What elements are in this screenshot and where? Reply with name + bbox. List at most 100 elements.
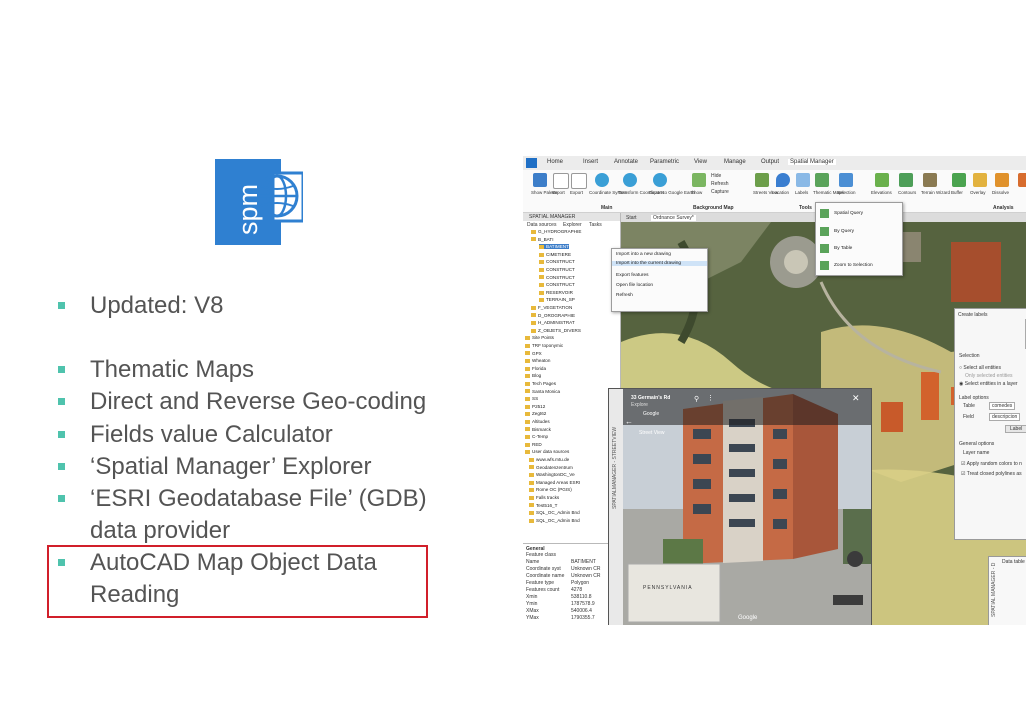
tree-item[interactable]: Florida (525, 366, 546, 371)
tree-item[interactable]: Managed Areas ESRI (529, 480, 580, 485)
tree-item[interactable]: WashingtonDC_Ve (529, 472, 575, 477)
tab-output[interactable]: Output (761, 159, 779, 165)
tab-data-sources[interactable]: Data sources (527, 222, 557, 228)
spatial-query-icon (820, 209, 829, 218)
folder-icon (529, 472, 534, 477)
show-map-icon[interactable] (692, 173, 706, 187)
buffer-icon[interactable] (952, 173, 966, 187)
radio-select-all[interactable]: ○ Select all entities (959, 365, 1001, 371)
tree-item[interactable]: CONSTRUCT (539, 282, 575, 287)
tab-spatial-manager[interactable]: Spatial Manager (788, 159, 836, 165)
street-view-icon[interactable] (755, 173, 769, 187)
overlay-icon[interactable] (973, 173, 987, 187)
tree-item[interactable]: H_ADMINISTRAT (531, 320, 575, 325)
table-select[interactable]: comedes (989, 402, 1016, 410)
dissolve-icon[interactable] (995, 173, 1009, 187)
tree-item[interactable]: GPX (525, 351, 542, 356)
tab-tasks[interactable]: Tasks (589, 222, 602, 228)
tree-item[interactable]: Wheaton (525, 358, 550, 363)
pin-icon[interactable]: ⚲ (694, 395, 699, 403)
tree-item[interactable]: User data sources (525, 449, 569, 454)
more-options-icon[interactable]: ⋮ (707, 394, 714, 402)
refresh-button[interactable]: Refresh (711, 181, 729, 187)
tree-item[interactable]: P2512 (525, 404, 545, 409)
tree-item[interactable]: F_VEGETATION (531, 305, 572, 310)
tree-item[interactable]: CIMETIERE (539, 252, 571, 257)
close-icon[interactable]: ✕ (852, 393, 860, 404)
spm-logo: spm (215, 159, 303, 245)
tab-view[interactable]: View (694, 159, 707, 165)
tree-item[interactable]: Rome OC (PGIS) (529, 487, 572, 492)
labels-icon[interactable] (796, 173, 810, 187)
menu-spatial-query[interactable]: Spatial Query (834, 211, 863, 216)
tab-insert[interactable]: Insert (583, 159, 598, 165)
tree-item[interactable]: RED (525, 442, 542, 447)
location-icon[interactable] (776, 173, 790, 187)
google-earth-icon[interactable] (653, 173, 667, 187)
tree-item[interactable]: SQL_OC_Admin Bnd (529, 510, 580, 515)
doc-tab-start[interactable]: Start (626, 215, 637, 221)
tab-annotate[interactable]: Annotate (614, 159, 638, 165)
transform-coordinates-icon[interactable] (623, 173, 637, 187)
label-button[interactable]: Label (1005, 425, 1026, 433)
show-palette-icon[interactable] (533, 173, 547, 187)
tree-item[interactable]: Z_OBJETS_DIVERS (531, 328, 581, 333)
tree-item[interactable]: RESERVOIR (539, 290, 573, 295)
tree-item[interactable]: Falls tracks (529, 495, 559, 500)
tree-item[interactable]: Tech Pages (525, 381, 556, 386)
tree-item[interactable]: Blog (525, 373, 541, 378)
radio-select-layer[interactable]: ◉ Select entities in a layer (959, 381, 1018, 387)
menu-import-new-drawing[interactable]: Import into a new drawing (616, 252, 671, 257)
tree-item[interactable]: Test516_T (529, 503, 557, 508)
tree-item[interactable]: Geodatenzentrum (529, 465, 573, 470)
terrain-wizard-icon[interactable] (923, 173, 937, 187)
field-select[interactable]: descripcion (989, 413, 1021, 421)
tree-item[interactable]: Altitudes (525, 419, 550, 424)
tree-item[interactable]: www.wfs.mtu.de (529, 457, 569, 462)
tab-manage[interactable]: Manage (724, 159, 746, 165)
menu-export-features[interactable]: Export features (616, 273, 649, 278)
tree-item[interactable]: Zegt62 (525, 411, 546, 416)
by-query-icon (820, 227, 829, 236)
elevations-icon[interactable] (875, 173, 889, 187)
tree-item[interactable]: SQL_OC_Admin Bnd (529, 518, 580, 523)
doc-tab-ordnance-survey[interactable]: Ordnance Survey* (651, 215, 696, 221)
tab-explorer[interactable]: Explorer (563, 222, 582, 228)
tree-item[interactable]: CONSTRUCT (539, 259, 575, 264)
tree-item[interactable]: CONSTRUCT (539, 275, 575, 280)
tree-item[interactable]: G_HYDROGRAPHIE (531, 229, 581, 234)
checkbox-closed-polylines[interactable]: ☑ Treat closed polylines as (961, 471, 1022, 477)
selection-icon[interactable] (839, 173, 853, 187)
group-label-analysis: Analysis (993, 205, 1014, 211)
back-arrow-icon[interactable]: ← (625, 417, 633, 426)
tree-item[interactable]: BATIMENT (539, 244, 569, 250)
export-icon[interactable] (571, 173, 587, 189)
menu-import-current-drawing[interactable]: Import into the current drawing (612, 261, 707, 266)
menu-zoom-to-selection[interactable]: Zoom to Selection (834, 263, 873, 268)
tree-item[interactable]: SS (525, 396, 538, 401)
coordinate-system-icon[interactable] (595, 173, 609, 187)
tree-item[interactable]: Bismarck (525, 427, 551, 432)
tree-item[interactable]: C-Temp (525, 434, 548, 439)
tree-item[interactable]: B_BATI (531, 237, 554, 242)
checkbox-random-colors[interactable]: ☑ Apply random colors to n (961, 461, 1022, 467)
tree-item[interactable]: Santa Monica (525, 389, 560, 394)
tree-item[interactable]: D_OROGRAPHIE (531, 313, 575, 318)
bullet-text: Fields value Calculator (90, 421, 333, 448)
tab-home[interactable]: Home (547, 159, 563, 165)
tab-parametric[interactable]: Parametric (650, 159, 679, 165)
menu-refresh[interactable]: Refresh (616, 293, 633, 298)
hide-button[interactable]: Hide (711, 173, 721, 179)
more-tools-icon[interactable] (1018, 173, 1026, 187)
tree-item[interactable]: CONSTRUCT (539, 267, 575, 272)
thematic-maps-icon[interactable] (815, 173, 829, 187)
import-icon[interactable] (553, 173, 569, 189)
contours-icon[interactable] (899, 173, 913, 187)
tree-item[interactable]: TERRAIN_SP (539, 297, 575, 302)
menu-by-query[interactable]: By Query (834, 229, 854, 234)
capture-button[interactable]: Capture (711, 189, 729, 195)
tree-item[interactable]: TRF toponymic (525, 343, 563, 348)
tree-item[interactable]: Site Points (525, 335, 554, 340)
menu-open-file-location[interactable]: Open file location (616, 283, 653, 288)
menu-by-table[interactable]: By Table (834, 246, 852, 251)
